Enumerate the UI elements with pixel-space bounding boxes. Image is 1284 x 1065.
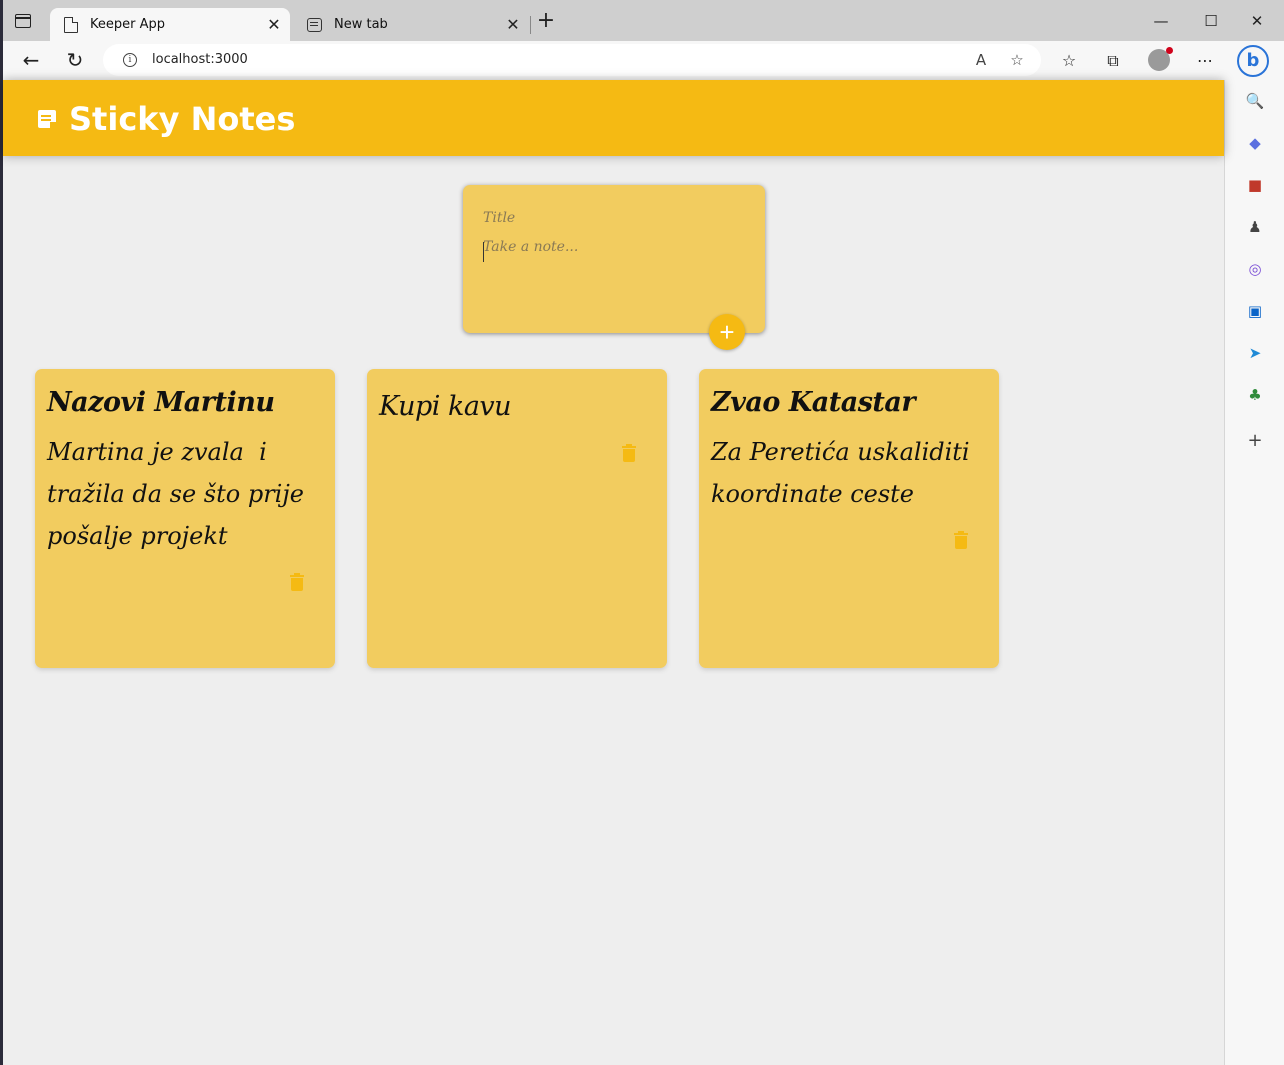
more-menu-icon[interactable]: ⋯ [1193, 49, 1217, 73]
read-aloud-icon[interactable]: A [971, 50, 991, 70]
note-title: Zvao Katastar [711, 387, 916, 418]
text-caret [483, 242, 484, 262]
edge-sidebar: 🔍 ◆ ■ ♟ ◎ ▣ ➤ ♣ + [1224, 80, 1284, 1065]
minimize-button[interactable]: — [1139, 8, 1183, 34]
send-icon[interactable]: ➤ [1244, 342, 1266, 364]
delete-icon[interactable] [954, 531, 968, 549]
add-icon[interactable]: + [1244, 430, 1266, 452]
tab-label: New tab [334, 17, 388, 32]
add-note-button[interactable]: + [709, 314, 745, 350]
tab-keeper-app[interactable]: Keeper App ✕ [50, 8, 290, 41]
browser-window: Keeper App ✕ New tab ✕ + — ☐ ✕ ← ↻ i loc… [3, 0, 1284, 1065]
search-icon[interactable]: 🔍 [1244, 90, 1266, 112]
back-button[interactable]: ← [17, 47, 45, 75]
tag-icon[interactable]: ◆ [1244, 132, 1266, 154]
close-icon[interactable]: ✕ [503, 15, 523, 34]
tab-separator [530, 16, 531, 34]
bing-icon[interactable]: b [1237, 45, 1269, 77]
maximize-button[interactable]: ☐ [1189, 8, 1233, 34]
note-content-input[interactable] [483, 239, 743, 309]
note-card: Kupi kavu [367, 369, 667, 668]
window-close-button[interactable]: ✕ [1235, 8, 1279, 34]
page-content: Sticky Notes + Nazovi Martinu Martina je… [3, 80, 1224, 1065]
app-title: Sticky Notes [69, 100, 296, 138]
tab-strip: Keeper App ✕ New tab ✕ + — ☐ ✕ [3, 0, 1284, 41]
note-content: Martina je zvala i tražila da se što pri… [47, 438, 312, 550]
tab-actions-icon[interactable] [15, 14, 31, 28]
address-bar[interactable]: i localhost:3000 A ☆ [103, 44, 1041, 76]
delete-icon[interactable] [290, 573, 304, 591]
games-icon[interactable]: ♟ [1244, 216, 1266, 238]
refresh-button[interactable]: ↻ [61, 47, 89, 75]
toolbox-icon[interactable]: ■ [1244, 174, 1266, 196]
tree-icon[interactable]: ♣ [1244, 384, 1266, 406]
note-title-input[interactable] [483, 207, 743, 229]
office-icon[interactable]: ◎ [1244, 258, 1266, 280]
tab-label: Keeper App [90, 17, 165, 32]
note-card: Zvao Katastar Za Peretića uskaliditi koo… [699, 369, 999, 668]
delete-icon[interactable] [622, 444, 636, 462]
info-icon[interactable]: i [123, 53, 137, 67]
profile-avatar[interactable] [1148, 47, 1173, 71]
close-icon[interactable]: ✕ [264, 15, 284, 34]
note-title: Nazovi Martinu [47, 387, 275, 418]
outlook-icon[interactable]: ▣ [1244, 300, 1266, 322]
collections-icon[interactable]: ⧉ [1101, 49, 1125, 73]
address-toolbar: ← ↻ i localhost:3000 A ☆ ☆ ⧉ ⋯ b [3, 41, 1284, 80]
page-icon [64, 16, 78, 33]
url-text[interactable]: localhost:3000 [152, 52, 248, 67]
app-header: Sticky Notes [3, 80, 1224, 156]
note-card: Nazovi Martinu Martina je zvala i tražil… [35, 369, 335, 668]
add-favorite-icon[interactable]: ☆ [1007, 50, 1027, 70]
favorites-icon[interactable]: ☆ [1057, 49, 1081, 73]
create-note-form: + [463, 185, 765, 350]
note-title: Kupi kavu [379, 391, 512, 422]
sticky-note-icon [38, 110, 56, 128]
note-content: Za Peretića uskaliditi koordinate ceste [711, 438, 978, 508]
tab-new-tab[interactable]: New tab ✕ [293, 8, 529, 41]
new-tab-button[interactable]: + [534, 10, 558, 34]
new-tab-page-icon [307, 17, 322, 32]
